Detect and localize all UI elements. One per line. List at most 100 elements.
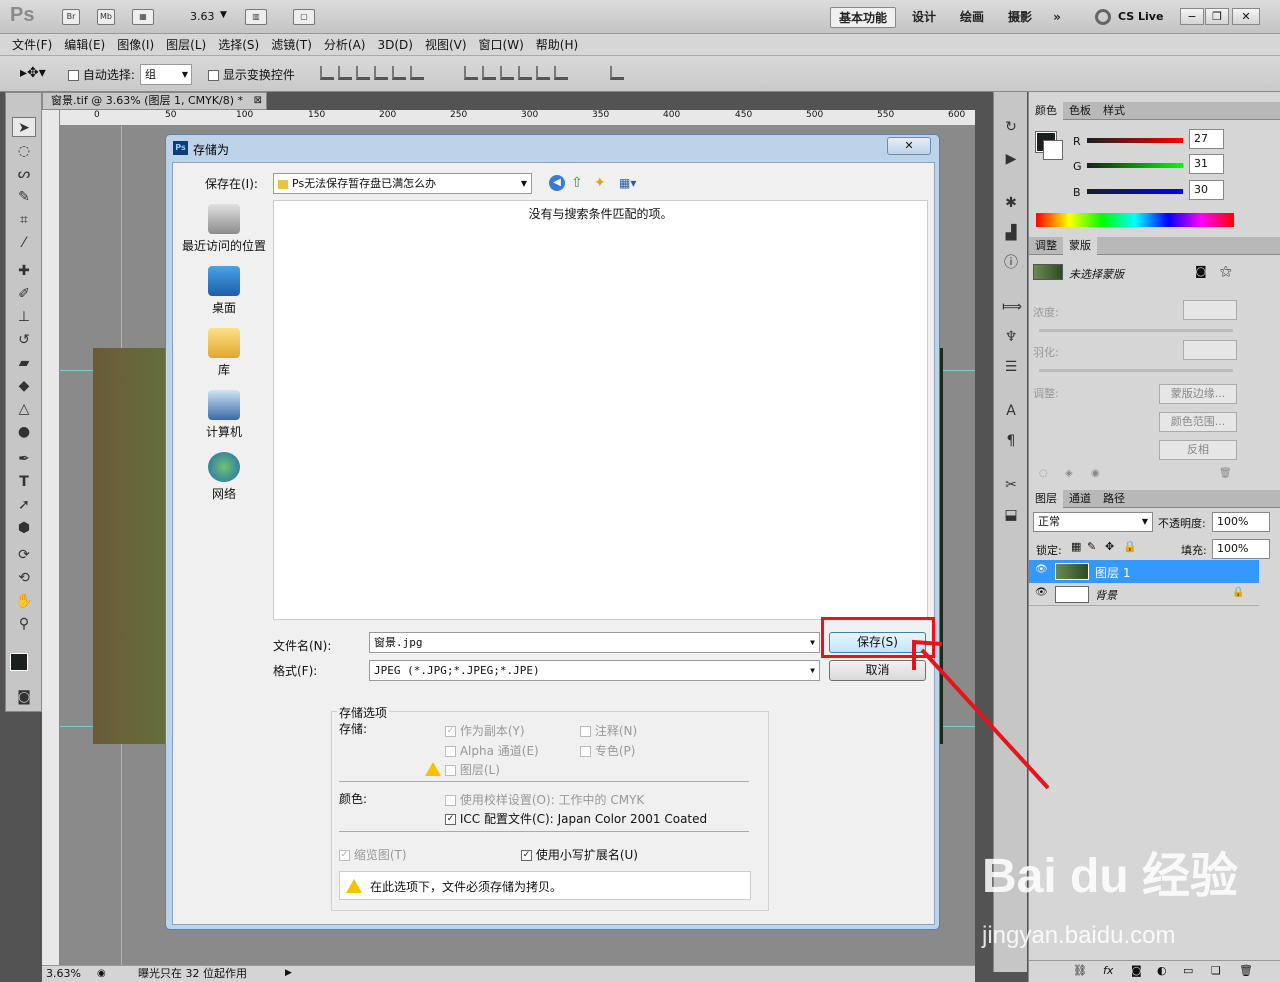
format-dropdown[interactable]: JPEG (*.JPG;*.JPEG;*.JPE) ▼ [369, 660, 820, 681]
menu-view[interactable]: 视图(V) [419, 34, 473, 56]
file-list[interactable]: 没有与搜索条件匹配的项。 [273, 200, 928, 620]
dialog-close-button[interactable]: ✕ [887, 137, 931, 155]
close-tab-icon[interactable]: ⊠ [254, 93, 262, 109]
new-folder-icon[interactable]: ✦ [594, 175, 606, 191]
cs-live-icon[interactable] [1095, 9, 1111, 25]
link-layers-icon[interactable]: ⛓ [1073, 964, 1087, 977]
distribute-left-icon[interactable] [518, 66, 532, 80]
menu-3d[interactable]: 3D(D) [371, 34, 418, 56]
menu-edit[interactable]: 编辑(E) [58, 34, 111, 56]
distribute-buttons[interactable] [462, 66, 570, 83]
clone-source-panel-icon[interactable]: ♆ [1002, 328, 1020, 346]
actions-panel-icon[interactable]: ▶ [1002, 150, 1020, 168]
place-recent[interactable]: 最近访问的位置 [179, 204, 269, 254]
tool-presets-panel-icon[interactable]: ☰ [1002, 358, 1020, 376]
as-copy-checkbox[interactable]: ✓ [445, 726, 456, 737]
move-tool-preset-icon[interactable]: ▸✥▾ [20, 65, 46, 81]
lock-pixels-icon[interactable]: ✎ [1087, 540, 1096, 553]
fill-field[interactable]: 100% [1212, 539, 1270, 559]
blue-slider[interactable] [1087, 189, 1183, 194]
thumbnail-checkbox[interactable]: ✓ [339, 850, 350, 861]
zoom-tool-icon[interactable]: ⚲ [12, 614, 36, 634]
auto-align-icon[interactable] [610, 66, 624, 80]
spot-option[interactable]: 专色(P) [580, 742, 635, 759]
paragraph-panel-icon[interactable]: ¶ [1002, 432, 1020, 450]
menu-analysis[interactable]: 分析(A) [318, 34, 372, 56]
layer-name[interactable]: 图层 1 [1095, 564, 1130, 581]
move-tool-icon[interactable]: ➤ [12, 117, 36, 137]
shape-tool-icon[interactable]: ⬢ [12, 518, 36, 538]
history-panel-icon[interactable]: ↻ [1002, 118, 1020, 136]
distribute-right-icon[interactable] [554, 66, 568, 80]
lowercase-ext-checkbox[interactable]: ✓ [521, 850, 532, 861]
visibility-eye-icon[interactable]: 👁 [1035, 564, 1048, 575]
workspace-design[interactable]: 设计 [904, 7, 944, 28]
layers-checkbox[interactable] [445, 765, 456, 776]
mini-bridge-icon[interactable]: Mb [97, 9, 115, 25]
as-copy-option[interactable]: ✓ 作为副本(Y) [445, 722, 525, 739]
lasso-tool-icon[interactable]: ᔕ [12, 164, 36, 184]
character-panel-icon[interactable]: A [1002, 402, 1020, 420]
document-tab[interactable]: 窗景.tif @ 3.63% (图层 1, CMYK/8) * ⊠ [42, 92, 267, 110]
align-buttons[interactable] [318, 66, 426, 83]
menu-help[interactable]: 帮助(H) [530, 34, 584, 56]
clone-stamp-tool-icon[interactable]: ⊥ [12, 307, 36, 327]
layer-row-background[interactable]: 👁 背景 🔒 [1029, 583, 1259, 606]
menu-window[interactable]: 窗口(W) [473, 34, 530, 56]
view-menu-icon[interactable]: ▦▾ [619, 176, 636, 190]
auto-select-checkbox[interactable] [68, 70, 79, 81]
paint-bucket-tool-icon[interactable]: ◆ [12, 376, 36, 396]
show-transform-option[interactable]: 显示变换控件 [208, 66, 295, 83]
opacity-field[interactable]: 100% [1212, 512, 1270, 532]
spot-checkbox[interactable] [580, 746, 591, 757]
distribute-top-icon[interactable] [464, 66, 478, 80]
cs-live-label[interactable]: CS Live [1118, 10, 1163, 23]
menu-image[interactable]: 图像(I) [111, 34, 160, 56]
auto-select-option[interactable]: 自动选择: [68, 66, 135, 83]
menu-file[interactable]: 文件(F) [6, 34, 58, 56]
menu-select[interactable]: 选择(S) [212, 34, 265, 56]
workspace-painting[interactable]: 绘画 [952, 7, 992, 28]
disable-mask-icon[interactable]: ◉ [1091, 468, 1100, 479]
adjustment-layer-icon[interactable]: ◐ [1157, 964, 1167, 977]
distribute-bottom-icon[interactable] [500, 66, 514, 80]
icc-profile-option[interactable]: ✓ ICC 配置文件(C): Japan Color 2001 Coated [445, 810, 707, 827]
quick-select-tool-icon[interactable]: ✎ [12, 187, 36, 207]
dodge-tool-icon[interactable]: ● [12, 422, 36, 442]
align-top-icon[interactable] [320, 66, 334, 80]
apply-mask-icon[interactable]: ◈ [1065, 468, 1073, 479]
new-layer-icon[interactable]: ❏ [1211, 964, 1221, 977]
notes-checkbox[interactable] [580, 726, 591, 737]
green-slider[interactable] [1087, 163, 1183, 168]
tab-masks[interactable]: 蒙版 [1063, 237, 1097, 255]
3d-orbit-tool-icon[interactable]: ⟲ [12, 568, 36, 588]
eyedropper-tool-icon[interactable]: ⁄ [12, 233, 36, 253]
workspace-photography[interactable]: 摄影 [1000, 7, 1040, 28]
status-menu-arrow-icon[interactable]: ▶ [285, 966, 292, 981]
marquee-tool-icon[interactable]: ◌ [12, 141, 36, 161]
tab-swatches[interactable]: 色板 [1063, 102, 1097, 120]
align-vcenter-icon[interactable] [338, 66, 352, 80]
minimize-icon[interactable]: − [1180, 8, 1204, 25]
bridge-icon[interactable]: Br [62, 9, 80, 25]
auto-select-dropdown[interactable]: 组 ▼ [140, 64, 192, 85]
alpha-checkbox[interactable] [445, 746, 456, 757]
place-libraries[interactable]: 库 [179, 328, 269, 378]
menu-filter[interactable]: 滤镜(T) [265, 34, 318, 56]
align-bottom-icon[interactable] [356, 66, 370, 80]
mask-edge-button[interactable]: 蒙版边缘... [1159, 384, 1237, 404]
align-right-icon[interactable] [410, 66, 424, 80]
layer-name[interactable]: 背景 [1095, 587, 1117, 603]
place-desktop[interactable]: 桌面 [179, 266, 269, 316]
feather-slider[interactable] [1039, 369, 1233, 372]
close-app-icon[interactable]: ✕ [1232, 8, 1260, 25]
lock-transparency-icon[interactable]: ▦ [1071, 540, 1081, 553]
crop-tool-icon[interactable]: ⌗ [12, 210, 36, 230]
back-icon[interactable]: ◀ [549, 175, 565, 191]
icc-profile-checkbox[interactable]: ✓ [445, 814, 456, 825]
layer-style-icon[interactable]: fx [1103, 964, 1113, 977]
tab-color[interactable]: 颜色 [1029, 102, 1063, 120]
type-tool-icon[interactable]: T [12, 472, 36, 492]
filename-input[interactable]: 窗景.jpg ▼ [369, 632, 820, 653]
info-panel-icon[interactable]: ⓘ [1002, 254, 1020, 272]
